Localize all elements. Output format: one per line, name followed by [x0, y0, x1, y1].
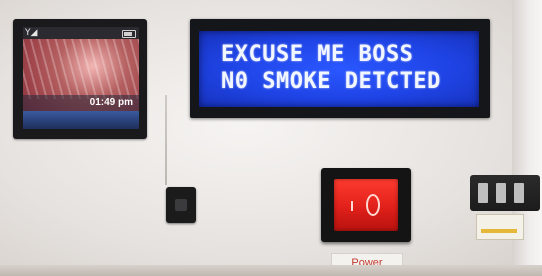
- connector-pin: [478, 183, 488, 203]
- sticker-band: [481, 229, 517, 233]
- lcd-screen: EXCUSE ME BOSS N0 SMOKE DETCTED: [199, 31, 479, 107]
- audio-jack[interactable]: [166, 187, 196, 223]
- lcd-line-2: N0 SMOKE DETCTED: [221, 69, 441, 94]
- power-switch[interactable]: [321, 168, 411, 242]
- connector-block: [470, 175, 540, 211]
- phone-display: Y◢ 01:49 pm: [13, 19, 147, 139]
- bottom-edge: [0, 265, 542, 276]
- signal-icon: Y◢: [25, 28, 38, 38]
- phone-dock: [23, 111, 139, 129]
- lcd-module: EXCUSE ME BOSS N0 SMOKE DETCTED: [190, 19, 490, 118]
- phone-clock: 01:49 pm: [89, 97, 133, 108]
- connector-pin: [496, 183, 506, 203]
- phone-status-bar: Y◢: [23, 27, 139, 39]
- lcd-line-1: EXCUSE ME BOSS: [221, 42, 414, 67]
- battery-icon: [122, 30, 136, 38]
- wallpaper-streaks: [23, 39, 139, 99]
- power-rocker[interactable]: [334, 179, 398, 231]
- wire: [165, 95, 167, 185]
- on-symbol-icon: [351, 201, 353, 211]
- connector-pin: [514, 183, 524, 203]
- off-symbol-icon: [366, 194, 380, 216]
- sticker-label: [476, 214, 524, 240]
- phone-screen: Y◢ 01:49 pm: [23, 27, 139, 129]
- jack-socket: [175, 199, 187, 211]
